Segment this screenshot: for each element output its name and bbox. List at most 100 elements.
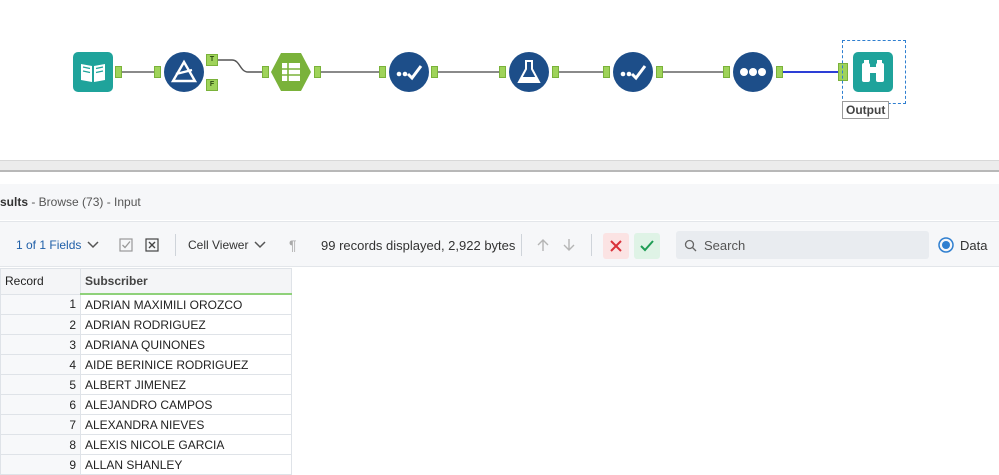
output-anchor[interactable] [776, 66, 783, 78]
connection-line[interactable] [559, 71, 603, 73]
filter-false-anchor[interactable]: F [206, 79, 218, 91]
search-input[interactable]: Search [676, 231, 929, 259]
subscriber-cell[interactable]: AIDE BERINICE RODRIGUEZ [80, 354, 292, 375]
table-row[interactable]: 9 ALLAN SHANLEY [0, 454, 292, 475]
output-anchor[interactable] [552, 66, 559, 78]
subscriber-cell[interactable]: ALLAN SHANLEY [80, 454, 292, 475]
sort-up-button[interactable] [536, 222, 550, 268]
sort-down-button[interactable] [562, 222, 576, 268]
record-number: 6 [0, 394, 81, 415]
subscriber-cell[interactable]: ALBERT JIMENEZ [80, 374, 292, 395]
cell-viewer-dropdown[interactable]: Cell Viewer [188, 222, 266, 268]
formula-tool[interactable] [270, 52, 312, 92]
subscriber-cell[interactable]: ADRIAN RODRIGUEZ [80, 314, 292, 335]
record-number: 9 [0, 454, 81, 475]
input-anchor[interactable] [379, 66, 386, 78]
book-icon [73, 52, 113, 92]
test-tool[interactable] [509, 52, 549, 92]
selected-connection-line[interactable] [783, 71, 838, 73]
connection-line[interactable] [438, 71, 499, 73]
input-anchor[interactable] [499, 66, 506, 78]
fields-dropdown[interactable]: 1 of 1 Fields [16, 222, 99, 268]
subscriber-cell[interactable]: ADRIAN MAXIMILI OROZCO [80, 293, 292, 315]
table-row[interactable]: 2 ADRIAN RODRIGUEZ [0, 314, 292, 335]
records-info: 99 records displayed, 2,922 bytes [321, 237, 516, 253]
output-anchor[interactable] [314, 66, 321, 78]
toolbar-divider [591, 234, 592, 256]
checkbox-check-icon [119, 238, 133, 252]
record-number: 3 [0, 334, 81, 355]
output-anchor[interactable] [431, 66, 438, 78]
table-row[interactable]: 7 ALEXANDRA NIEVES [0, 414, 292, 435]
table-row[interactable]: 4 AIDE BERINICE RODRIGUEZ [0, 354, 292, 375]
output-anchor[interactable] [115, 66, 122, 78]
flask-icon [517, 60, 541, 83]
close-icon [610, 240, 622, 252]
table-row[interactable]: 1 ADRIAN MAXIMILI OROZCO [0, 293, 292, 315]
filter-true-anchor[interactable]: T [206, 54, 218, 66]
subscriber-cell[interactable]: ALEXIS NICOLE GARCIA [80, 434, 292, 455]
results-title-prefix: sults [0, 195, 29, 209]
record-number: 4 [0, 354, 81, 375]
record-number: 2 [0, 314, 81, 335]
header-row: Record Subscriber [0, 268, 292, 295]
checkmark-dots-icon [620, 65, 647, 81]
connection-line[interactable] [122, 71, 154, 73]
checkbox-x-icon [145, 238, 159, 252]
radio-selected-icon [938, 237, 954, 253]
table-icon [271, 53, 311, 91]
column-header-record[interactable]: Record [0, 268, 81, 295]
deselect-all-fields-button[interactable] [145, 222, 159, 268]
input-anchor[interactable] [262, 66, 269, 78]
workflow-canvas[interactable]: T F Output [0, 0, 999, 160]
results-title: sults - Browse (73) - Input [0, 195, 141, 209]
search-placeholder: Search [704, 237, 746, 253]
tool-annotation-label: Output [842, 101, 890, 119]
column-header-subscriber[interactable]: Subscriber [80, 268, 292, 295]
arrow-down-icon [563, 239, 575, 251]
table-row[interactable]: 3 ADRIANA QUINONES [0, 334, 292, 355]
filter-triangle-icon [170, 59, 198, 83]
chevron-down-icon [254, 241, 266, 249]
results-grid[interactable]: Record Subscriber 1 ADRIAN MAXIMILI OROZC… [0, 268, 292, 475]
input-anchor[interactable] [723, 66, 730, 78]
select-all-fields-button[interactable] [119, 222, 133, 268]
table-row[interactable]: 5 ALBERT JIMENEZ [0, 374, 292, 395]
cell-viewer-label: Cell Viewer [188, 238, 249, 252]
data-radio-label: Data [960, 237, 988, 253]
filter-tool[interactable] [164, 52, 204, 92]
output-anchor[interactable] [656, 66, 663, 78]
subscriber-cell[interactable]: ALEXANDRA NIEVES [80, 414, 292, 435]
record-number: 1 [0, 293, 81, 315]
connection-line[interactable] [663, 71, 723, 73]
chevron-down-icon [87, 241, 99, 249]
select-records-tool-2[interactable] [613, 52, 653, 92]
cancel-button[interactable] [603, 233, 629, 259]
fields-dropdown-label: 1 of 1 Fields [16, 238, 82, 252]
pilcrow-icon[interactable]: ¶ [289, 222, 297, 268]
pane-splitter[interactable] [0, 160, 999, 172]
apply-button[interactable] [634, 233, 660, 259]
three-dots-icon [740, 68, 766, 76]
input-anchor[interactable] [154, 66, 161, 78]
data-radio[interactable]: Data [938, 222, 987, 268]
subscriber-cell[interactable]: ALEJANDRO CAMPOS [80, 394, 292, 415]
record-number: 7 [0, 414, 81, 435]
select-records-tool[interactable] [389, 52, 429, 92]
connection-line[interactable] [218, 58, 264, 74]
record-number: 8 [0, 434, 81, 455]
checkmark-dots-icon [396, 65, 423, 81]
sample-tool[interactable] [733, 52, 773, 92]
browse-tool[interactable] [853, 52, 893, 92]
binoculars-icon [853, 52, 893, 92]
input-anchor[interactable] [603, 66, 610, 78]
record-number: 5 [0, 374, 81, 395]
connection-line[interactable] [321, 71, 379, 73]
toolbar-divider [521, 234, 522, 256]
table-row[interactable]: 6 ALEJANDRO CAMPOS [0, 394, 292, 415]
search-icon [684, 239, 697, 251]
subscriber-cell[interactable]: ADRIANA QUINONES [80, 334, 292, 355]
toolbar-divider [175, 234, 176, 256]
input-data-tool[interactable] [73, 52, 113, 92]
table-row[interactable]: 8 ALEXIS NICOLE GARCIA [0, 434, 292, 455]
